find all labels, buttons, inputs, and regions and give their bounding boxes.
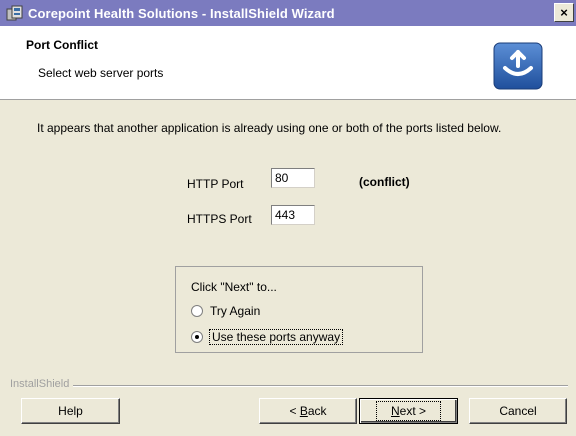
wizard-header: Port Conflict Select web server ports — [0, 26, 576, 100]
help-label: Help — [58, 404, 83, 418]
https-port-input[interactable] — [271, 205, 315, 225]
page-title: Port Conflict — [26, 38, 98, 52]
installshield-brand: InstallShield — [10, 378, 70, 390]
window-title: Corepoint Health Solutions - InstallShie… — [28, 5, 335, 21]
next-label: Next > — [375, 401, 442, 421]
installshield-logo-icon — [493, 42, 543, 90]
next-button[interactable]: Next > — [359, 398, 458, 424]
footer-divider — [73, 385, 568, 387]
back-button[interactable]: < Back — [259, 398, 357, 424]
title-bar[interactable]: Corepoint Health Solutions - InstallShie… — [0, 0, 576, 26]
page-subtitle: Select web server ports — [38, 66, 164, 80]
http-port-label: HTTP Port — [187, 177, 244, 191]
radio-try-again[interactable]: Try Again — [191, 304, 260, 318]
back-label: < Back — [289, 404, 327, 418]
cancel-label: Cancel — [499, 404, 537, 418]
conflict-message: It appears that another application is a… — [37, 121, 502, 135]
radio-use-ports-anyway[interactable]: Use these ports anyway — [191, 329, 344, 345]
installer-window: Corepoint Health Solutions - InstallShie… — [0, 0, 576, 436]
http-port-input[interactable] — [271, 168, 315, 188]
help-button[interactable]: Help — [21, 398, 120, 424]
installer-app-icon — [6, 5, 23, 21]
cancel-button[interactable]: Cancel — [469, 398, 567, 424]
radio-button[interactable] — [191, 305, 203, 317]
close-icon: × — [560, 5, 568, 20]
https-port-label: HTTPS Port — [187, 212, 252, 226]
radio-label: Try Again — [210, 304, 261, 318]
next-action-group: Click "Next" to... Try Again Use these p… — [175, 266, 423, 353]
radio-button[interactable] — [191, 331, 203, 343]
close-button[interactable]: × — [554, 3, 574, 22]
group-title: Click "Next" to... — [191, 280, 277, 294]
conflict-indicator: (conflict) — [359, 175, 410, 189]
radio-label: Use these ports anyway — [208, 329, 344, 345]
